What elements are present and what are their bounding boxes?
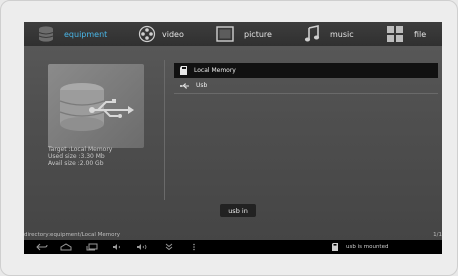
tab-video-label: video: [162, 29, 184, 39]
directory-path: directory:equipment/Local Memory: [24, 232, 121, 238]
list-item-label: Usb: [196, 82, 208, 89]
tab-picture-label: picture: [244, 29, 272, 39]
menu-button[interactable]: [192, 240, 196, 254]
volume-up-button[interactable]: [136, 240, 148, 254]
avail-size-text: Avail size :2.00 Gb: [48, 160, 104, 167]
target-text: Target :Local Memory: [48, 146, 113, 153]
tab-file[interactable]: file: [386, 22, 426, 46]
sd-card-icon: [332, 243, 338, 251]
tab-music[interactable]: music: [304, 22, 354, 46]
tab-equipment-label: equipment: [64, 29, 108, 39]
toast-message: usb in: [220, 204, 256, 217]
usb-icon: [180, 83, 189, 88]
overflow-menu-icon: [193, 243, 195, 251]
vertical-divider: [164, 60, 165, 200]
list-item-label: Local Memory: [194, 67, 236, 74]
volume-up-icon: [137, 244, 147, 250]
tab-video[interactable]: video: [138, 22, 184, 46]
sd-card-icon: [180, 66, 187, 75]
usb-storage-icon: [59, 83, 134, 131]
home-icon: [60, 243, 72, 251]
volume-down-button[interactable]: [112, 240, 122, 254]
app-screen: equipment video picture music file Targe…: [24, 22, 442, 254]
recent-apps-button[interactable]: [86, 240, 98, 254]
used-size-text: Used size :3.30 Mb: [48, 153, 105, 160]
home-button[interactable]: [60, 240, 72, 254]
back-button[interactable]: [36, 240, 48, 254]
system-navigation-bar: usb is mounted: [24, 240, 442, 254]
tab-file-label: file: [414, 29, 427, 39]
film-reel-icon: [138, 25, 156, 43]
database-icon: [38, 26, 54, 42]
tab-equipment[interactable]: equipment: [38, 22, 107, 46]
storage-thumbnail: [48, 64, 144, 148]
list-item-local-memory[interactable]: Local Memory: [174, 63, 438, 78]
back-icon: [36, 243, 48, 251]
recent-apps-icon: [86, 243, 98, 251]
music-note-icon: [304, 25, 320, 42]
tab-music-label: music: [330, 29, 354, 39]
category-tab-bar: equipment video picture music file: [24, 22, 442, 46]
list-item-usb[interactable]: Usb: [174, 78, 438, 94]
tab-picture[interactable]: picture: [216, 22, 272, 46]
volume-down-icon: [113, 244, 120, 250]
picture-icon: [216, 26, 234, 42]
device-list: Local Memory Usb: [174, 63, 438, 94]
notification-area[interactable]: usb is mounted: [332, 240, 388, 254]
storage-info: Target :Local Memory Used size :3.30 Mb …: [48, 146, 112, 167]
page-indicator: 1/1: [433, 232, 442, 238]
path-bar: directory:equipment/Local Memory 1/1: [24, 232, 442, 240]
notification-text: usb is mounted: [346, 244, 389, 250]
double-chevron-down-icon: [165, 243, 173, 251]
hide-bar-button[interactable]: [164, 240, 174, 254]
grid-icon: [387, 26, 403, 42]
